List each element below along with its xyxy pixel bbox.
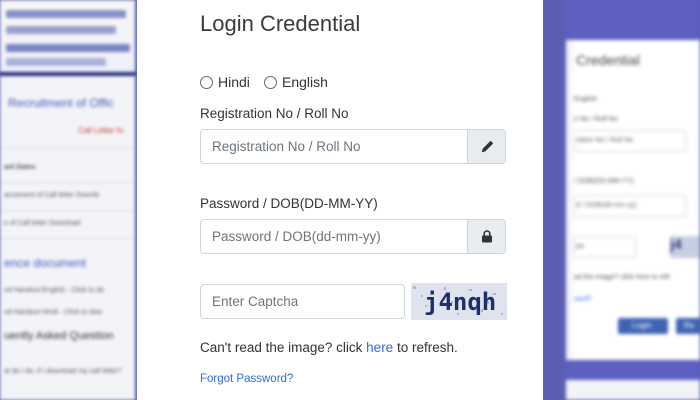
background-link: vord? (574, 296, 592, 303)
lock-icon (467, 220, 505, 253)
forgot-password-link[interactable]: Forgot Password? (200, 373, 293, 385)
password-input-group (200, 219, 506, 254)
language-hindi-radio[interactable]: Hindi (200, 74, 250, 90)
background-input-text: pa (576, 243, 584, 250)
radio-circle-icon[interactable] (264, 75, 277, 89)
background-heading: Recruitment of Offic (8, 96, 114, 110)
refresh-hint: Can't read the image? click here to refr… (200, 340, 458, 355)
pencil-icon[interactable] (467, 130, 505, 163)
background-ref-item: nd Handout Hindi - Click to dow (4, 309, 103, 316)
background-input-text: d / DOB(dd-mm-yy) (576, 202, 637, 209)
background-reset-button: Re (684, 321, 695, 330)
background-faq-item: at do I do, if I download my call letter… (4, 368, 122, 375)
background-reference: ence document (4, 256, 87, 270)
login-card: Login Credential Hindi English Registrat… (137, 0, 543, 400)
captcha-image: j4nqh (411, 283, 507, 320)
background-captcha-image: j4 (670, 236, 700, 258)
background-radio: English (574, 96, 597, 103)
background-call-letter: Call Letter fo (78, 126, 124, 135)
radio-circle-icon[interactable] (200, 75, 213, 89)
refresh-hint-prefix: Can't read the image? click (200, 340, 367, 355)
background-left-panel: Recruitment of Offic Call Letter fo ant … (0, 0, 135, 400)
login-title: Login Credential (200, 11, 361, 36)
registration-input-group (200, 129, 506, 164)
language-english-label: English (282, 74, 328, 90)
background-hint: ad the image? click here to refr (574, 274, 671, 281)
language-hindi-label: Hindi (218, 74, 250, 90)
background-right-panel: Credential English n No / Roll No ration… (566, 0, 700, 400)
background-ref-item: nd Handout English - Click to do (4, 287, 104, 294)
refresh-hint-suffix: to refresh. (393, 340, 458, 355)
background-item: ant Dates (4, 164, 36, 171)
background-title: Credential (576, 52, 640, 68)
language-english-radio[interactable]: English (264, 74, 328, 90)
background-faq: uently Asked Question (4, 330, 114, 342)
refresh-link[interactable]: here (366, 340, 393, 355)
background-header (0, 0, 135, 76)
captcha-input[interactable] (201, 285, 426, 318)
background-label: / DOB(DD-MM-YY) (574, 178, 634, 185)
background-login-button: Login (632, 321, 652, 330)
background-input-text: ration No / Roll No (576, 137, 634, 144)
password-input[interactable] (201, 220, 467, 253)
background-item: ancement of Call letter Downlo (4, 192, 100, 199)
password-label: Password / DOB(DD-MM-YY) (200, 196, 378, 211)
captcha-input-wrapper (200, 284, 426, 319)
background-label: n No / Roll No (574, 116, 618, 123)
registration-input[interactable] (201, 130, 467, 163)
background-item: e of Call letter Download (4, 220, 81, 227)
registration-label: Registration No / Roll No (200, 106, 349, 121)
captcha-text: j4nqh (424, 288, 496, 316)
